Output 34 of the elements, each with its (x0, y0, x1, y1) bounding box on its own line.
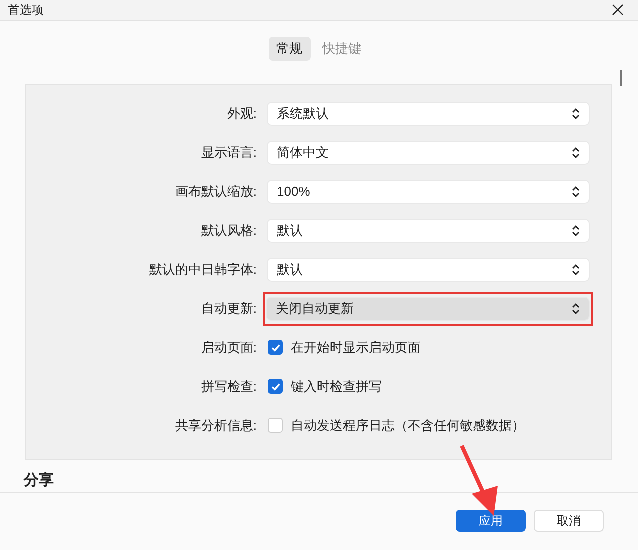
updown-icon (572, 224, 580, 236)
check-icon (270, 342, 280, 352)
setting-label: 自动更新: (200, 300, 257, 318)
updown-icon (572, 264, 580, 276)
dropdown[interactable]: 系统默认 (268, 102, 589, 124)
checkbox-label: 键入时检查拼写 (291, 378, 382, 396)
dropdown[interactable]: 100% (268, 180, 589, 202)
window-title: 首选项 (8, 2, 44, 18)
updown-icon (572, 186, 580, 198)
scrollbar[interactable] (620, 70, 622, 86)
setting-label: 共享分析信息: (174, 416, 257, 434)
checkbox-label: 自动发送程序日志（不含任何敏感数据） (291, 416, 525, 434)
dropdown[interactable]: 关闭自动更新 (267, 298, 589, 320)
tab[interactable]: 常规 (268, 37, 310, 61)
close-icon[interactable] (612, 4, 624, 16)
checkbox[interactable] (268, 379, 283, 394)
setting-label: 默认风格: (200, 222, 257, 240)
cancel-button[interactable]: 取消 (534, 510, 604, 532)
setting-label: 显示语言: (200, 144, 257, 162)
setting-label: 默认的中日韩字体: (148, 260, 257, 278)
dropdown[interactable]: 默认 (268, 258, 589, 280)
checkbox[interactable] (268, 340, 283, 355)
dropdown[interactable]: 简体中文 (268, 142, 589, 164)
updown-icon (572, 146, 580, 158)
apply-button[interactable]: 应用 (456, 510, 526, 532)
updown-icon (572, 108, 580, 120)
checkbox-label: 在开始时显示启动页面 (291, 338, 421, 356)
dropdown[interactable]: 默认 (268, 220, 589, 242)
check-icon (270, 382, 280, 392)
setting-label: 外观: (226, 104, 257, 122)
updown-icon (572, 302, 580, 314)
setting-label: 拼写检查: (200, 378, 257, 396)
setting-label: 画布默认缩放: (174, 182, 257, 200)
setting-label: 启动页面: (200, 338, 257, 356)
